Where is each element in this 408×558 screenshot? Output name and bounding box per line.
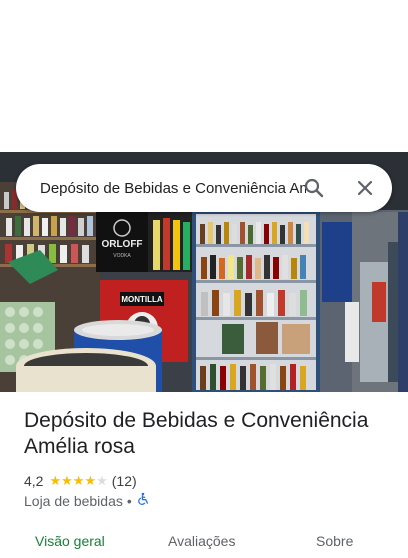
category-row: Loja de bebidas •: [24, 492, 150, 510]
star-empty-icon: ★: [96, 473, 108, 488]
separator-dot: •: [126, 493, 132, 509]
map-area: [0, 0, 408, 152]
review-count[interactable]: (12): [112, 472, 137, 490]
search-icon[interactable]: [302, 176, 326, 200]
place-title: Depósito de Bebidas e Conveniência Améli…: [24, 409, 369, 458]
tab-reviews[interactable]: Avaliações: [168, 532, 235, 550]
montilla-sign-text: MONTILLA: [121, 295, 163, 304]
wheelchair-icon: [136, 492, 150, 510]
tab-overview[interactable]: Visão geral: [35, 532, 105, 550]
search-input[interactable]: Depósito de Bebidas e Conveniência Améli…: [40, 179, 306, 199]
star-icon: ★: [61, 473, 73, 488]
orloff-sign-text: ORLOFF: [101, 239, 142, 250]
star-icon: ★: [84, 473, 97, 488]
star-icon: ★: [49, 473, 62, 488]
orloff-sign-subtext: VODKA: [113, 253, 131, 259]
search-bar[interactable]: Depósito de Bebidas e Conveniência Améli…: [16, 164, 392, 212]
star-icon: ★: [72, 473, 85, 488]
place-tabs: Visão geral Avaliações Sobre: [0, 528, 408, 558]
close-icon[interactable]: [353, 176, 377, 200]
star-rating: ★ ★ ★ ★ ★: [49, 472, 107, 490]
rating-value: 4,2: [24, 473, 44, 489]
rating-row[interactable]: 4,2 ★ ★ ★ ★ ★ (12): [24, 472, 137, 490]
tab-about[interactable]: Sobre: [316, 532, 353, 550]
place-category[interactable]: Loja de bebidas: [24, 492, 123, 510]
